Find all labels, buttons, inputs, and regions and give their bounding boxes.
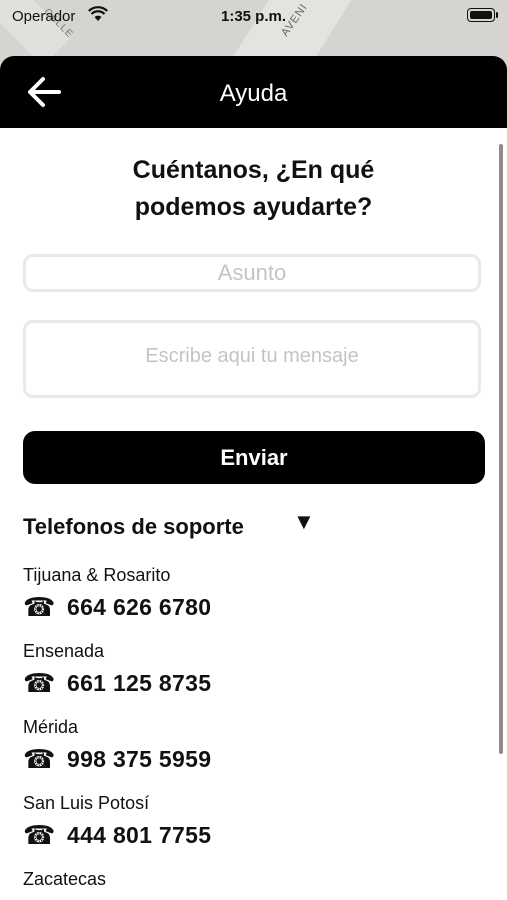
support-phone-item: Mérida ☎ 998 375 5959 xyxy=(23,716,463,792)
help-heading-line: podemos ayudarte? xyxy=(134,193,373,221)
support-phone-item: Tijuana & Rosarito ☎ 664 626 6780 xyxy=(23,564,463,640)
phone-number[interactable]: 664 626 6780 xyxy=(67,594,211,621)
phone-number[interactable]: 998 375 5959 xyxy=(67,746,211,773)
scrollbar[interactable] xyxy=(499,144,503,754)
telephone-icon: ☎ xyxy=(23,820,56,850)
city-name: Ensenada xyxy=(23,641,105,661)
city-name: San Luis Potosí xyxy=(23,793,150,813)
nav-header: Ayuda xyxy=(0,56,507,128)
city-name: Tijuana & Rosarito xyxy=(23,565,171,585)
phone-link[interactable]: ☎ 664 626 6780 xyxy=(23,592,463,622)
status-time: 1:35 p.m. xyxy=(220,8,287,25)
help-sheet: Ayuda Cuéntanos, ¿En qué podemos ayudart… xyxy=(0,56,507,900)
telephone-icon: ☎ xyxy=(23,592,56,622)
phone-number[interactable]: 661 125 8735 xyxy=(67,670,211,697)
help-heading-line: Cuéntanos, ¿En qué xyxy=(132,156,375,184)
support-phone-list: Tijuana & Rosarito ☎ 664 626 6780 Ensena… xyxy=(23,564,463,900)
help-heading: Cuéntanos, ¿En qué podemos ayudarte? xyxy=(60,152,447,226)
support-phone-item: Zacatecas xyxy=(23,868,463,900)
support-phone-item: San Luis Potosí ☎ 444 801 7755 xyxy=(23,792,463,868)
phone-number[interactable]: 444 801 7755 xyxy=(67,822,211,849)
send-button[interactable]: Enviar xyxy=(23,431,485,484)
telephone-icon: ☎ xyxy=(23,668,56,698)
phone-link[interactable]: ☎ 998 375 5959 xyxy=(23,744,463,774)
subject-input[interactable] xyxy=(23,254,481,292)
support-phones-title: Telefonos de soporte xyxy=(23,514,244,539)
page-title: Ayuda xyxy=(219,80,288,107)
phone-link[interactable]: ☎ 661 125 8735 xyxy=(23,668,463,698)
status-bar: Operador 1:35 p.m. xyxy=(0,0,507,34)
collapse-triangle-icon[interactable]: ▼ xyxy=(293,509,315,535)
support-phone-item: Ensenada ☎ 661 125 8735 xyxy=(23,640,463,716)
city-name: Mérida xyxy=(23,717,79,737)
telephone-icon: ☎ xyxy=(23,744,56,774)
city-name: Zacatecas xyxy=(23,869,107,889)
message-input[interactable] xyxy=(23,320,481,398)
battery-icon xyxy=(467,8,498,22)
phone-link[interactable]: ☎ 444 801 7755 xyxy=(23,820,463,850)
